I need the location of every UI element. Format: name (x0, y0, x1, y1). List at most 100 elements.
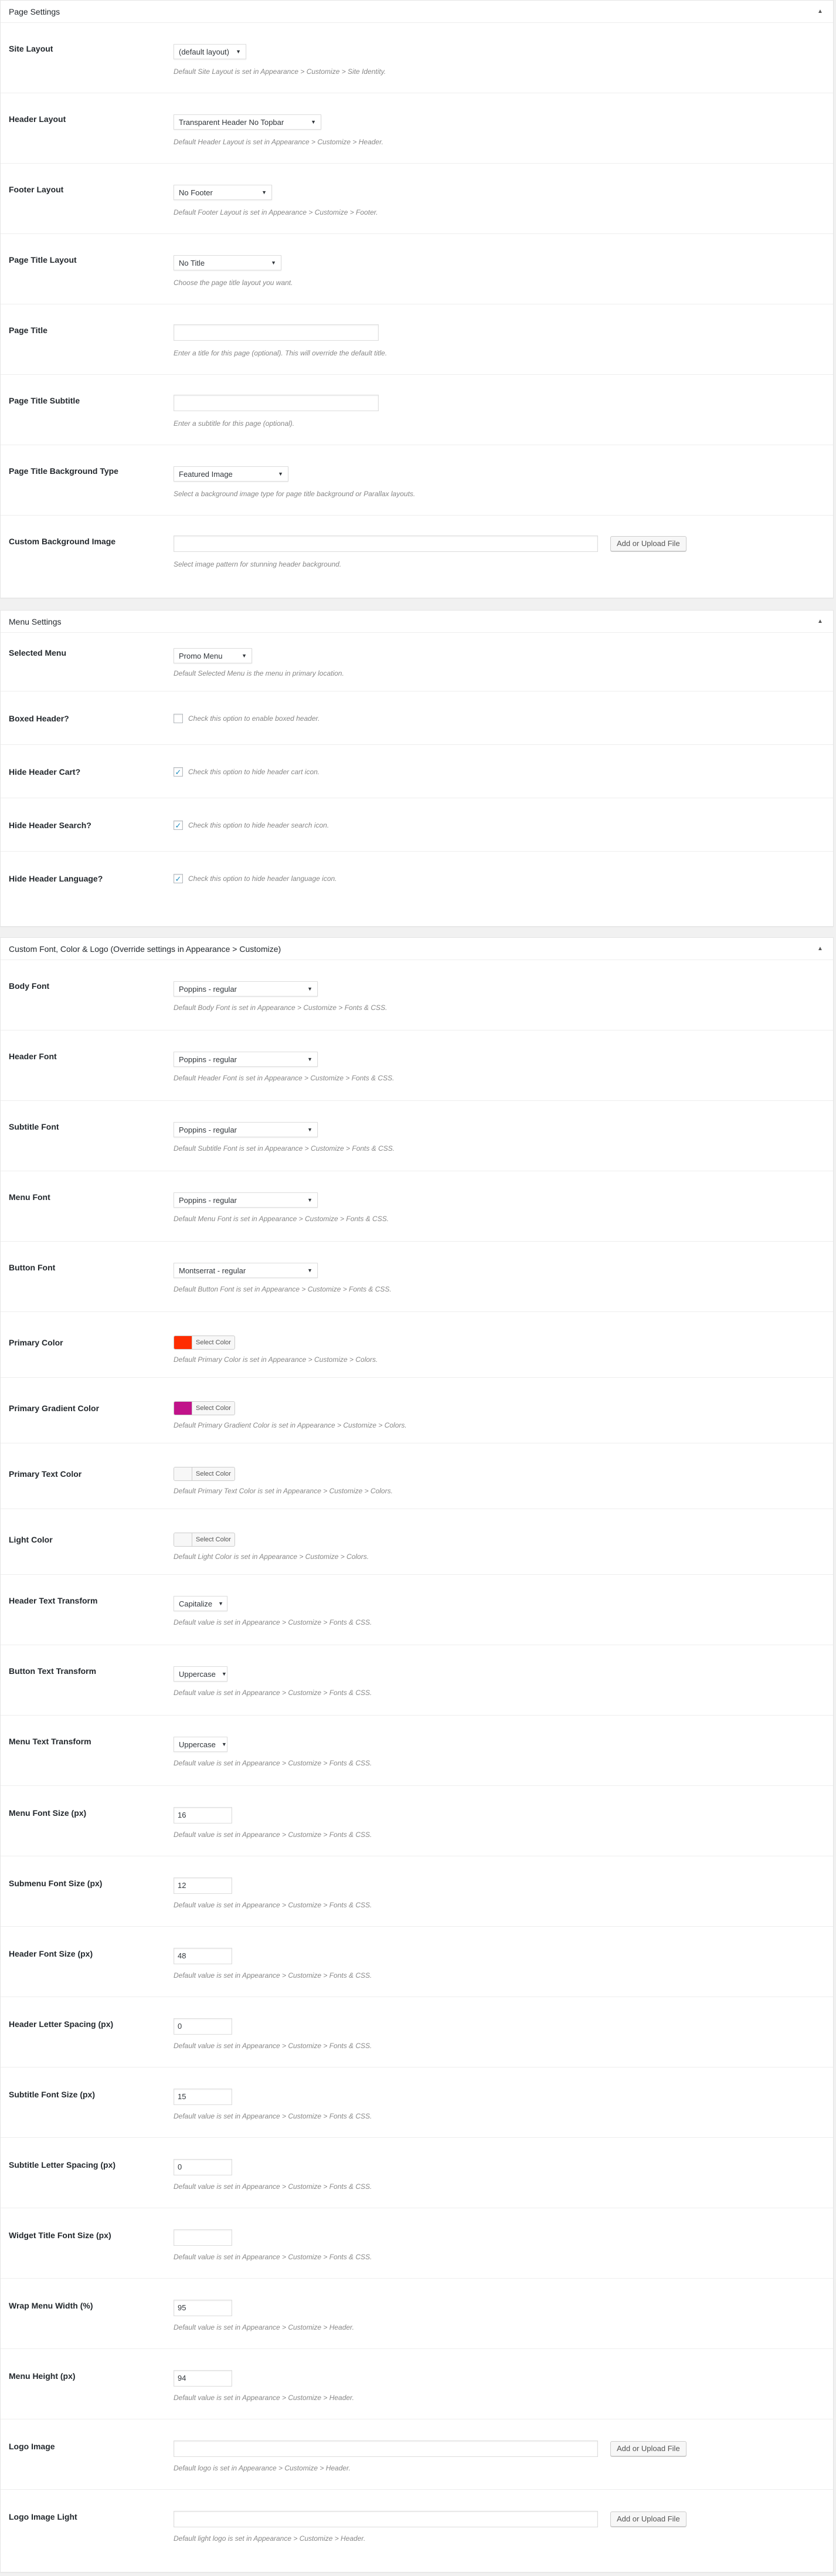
header-text-transform-label: Header Text Transform (9, 1596, 98, 1605)
header-text-transform-desc: Default value is set in Appearance > Cus… (174, 1618, 372, 1626)
light-color-label: Light Color (9, 1535, 53, 1544)
header-letter-spacing-desc: Default value is set in Appearance > Cus… (174, 2042, 372, 2050)
page-settings-box: Page Settings ▲ Site Layout (default lay… (0, 0, 834, 598)
wrap-menu-width-input[interactable]: 95 (174, 2300, 232, 2316)
header-font-desc: Default Header Font is set in Appearance… (174, 1074, 395, 1082)
hide-search-checkbox[interactable]: ✓ (174, 821, 183, 830)
site-layout-select[interactable]: (default layout) ▼ (174, 44, 246, 59)
menu-font-size-desc: Default value is set in Appearance > Cus… (174, 1831, 372, 1839)
subtitle-font-size-label: Subtitle Font Size (px) (9, 2090, 95, 2099)
header-layout-desc: Default Header Layout is set in Appearan… (174, 138, 383, 146)
hide-language-checkbox[interactable]: ✓ (174, 874, 183, 883)
collapse-arrow-icon[interactable]: ▲ (815, 945, 825, 952)
primary-color-picker[interactable]: Select Color (174, 1336, 235, 1350)
submenu-font-size-input[interactable]: 12 (174, 1877, 232, 1894)
body-font-value: Poppins - regular (179, 984, 237, 994)
dropdown-arrow-icon: ▼ (278, 471, 283, 477)
button-text-transform-desc: Default value is set in Appearance > Cus… (174, 1689, 372, 1697)
menu-height-input[interactable]: 94 (174, 2370, 232, 2387)
wrap-menu-width-label: Wrap Menu Width (%) (9, 2301, 93, 2310)
menu-text-transform-select[interactable]: Uppercase ▼ (174, 1737, 227, 1752)
row-subtitle-letter-spacing: Subtitle Letter Spacing (px) 0 Default v… (1, 2138, 833, 2208)
custom-bg-image-label: Custom Background Image (9, 537, 116, 546)
subtitle-font-size-input[interactable]: 15 (174, 2089, 232, 2105)
primary-gradient-picker[interactable]: Select Color (174, 1401, 235, 1415)
button-font-select[interactable]: Montserrat - regular ▼ (174, 1263, 318, 1278)
header-layout-select[interactable]: Transparent Header No Topbar ▼ (174, 114, 321, 130)
primary-color-swatch (174, 1336, 192, 1349)
custom-bg-image-input[interactable] (174, 535, 598, 552)
custom-bg-upload-button[interactable]: Add or Upload File (610, 536, 687, 551)
light-color-swatch (174, 1533, 192, 1546)
footer-layout-select[interactable]: No Footer ▼ (174, 185, 272, 200)
page-title-layout-select[interactable]: No Title ▼ (174, 255, 281, 270)
custom-font-header[interactable]: Custom Font, Color & Logo (Override sett… (1, 938, 833, 960)
button-text-transform-label: Button Text Transform (9, 1666, 97, 1676)
header-font-select[interactable]: Poppins - regular ▼ (174, 1052, 318, 1067)
logo-image-label: Logo Image (9, 2442, 55, 2451)
selected-menu-select[interactable]: Promo Menu ▼ (174, 648, 252, 663)
header-letter-spacing-input[interactable]: 0 (174, 2018, 232, 2035)
page-title-subtitle-input[interactable] (174, 395, 379, 411)
row-primary-gradient: Primary Gradient Color Select Color Defa… (1, 1378, 833, 1443)
header-font-size-input[interactable]: 48 (174, 1948, 232, 1964)
row-button-font: Button Font Montserrat - regular ▼ Defaul… (1, 1242, 833, 1312)
light-color-desc: Default Light Color is set in Appearance… (174, 1553, 369, 1561)
header-text-transform-select[interactable]: Capitalize ▼ (174, 1596, 227, 1611)
menu-settings-box: Menu Settings ▲ Selected Menu Promo Menu… (0, 610, 834, 927)
page-title-subtitle-desc: Enter a subtitle for this page (optional… (174, 419, 295, 428)
row-header-text-transform: Header Text Transform Capitalize ▼ Defaul… (1, 1575, 833, 1645)
submenu-font-size-desc: Default value is set in Appearance > Cus… (174, 1901, 372, 1909)
logo-image-light-input[interactable] (174, 2511, 598, 2527)
button-text-transform-select[interactable]: Uppercase ▼ (174, 1666, 227, 1682)
widget-title-font-size-input[interactable] (174, 2229, 232, 2246)
menu-font-select[interactable]: Poppins - regular ▼ (174, 1192, 318, 1208)
row-hide-language: Hide Header Language? ✓ Check this optio… (1, 852, 833, 921)
page-title-input[interactable] (174, 324, 379, 341)
light-color-select-button[interactable]: Select Color (192, 1533, 235, 1546)
page-title-layout-desc: Choose the page title layout you want. (174, 279, 293, 287)
row-menu-font: Menu Font Poppins - regular ▼ Default Men… (1, 1171, 833, 1242)
menu-font-value: Poppins - regular (179, 1195, 237, 1205)
collapse-arrow-icon[interactable]: ▲ (815, 618, 825, 625)
widget-title-font-size-desc: Default value is set in Appearance > Cus… (174, 2253, 372, 2261)
menu-settings-header[interactable]: Menu Settings ▲ (1, 611, 833, 633)
body-font-select[interactable]: Poppins - regular ▼ (174, 981, 318, 996)
logo-image-input[interactable] (174, 2441, 598, 2457)
menu-font-size-input[interactable]: 16 (174, 1807, 232, 1823)
row-menu-font-size: Menu Font Size (px) 16 Default value is … (1, 1786, 833, 1856)
custom-bg-image-desc: Select image pattern for stunning header… (174, 560, 342, 568)
hide-language-label: Hide Header Language? (9, 874, 103, 883)
row-boxed-header: Boxed Header? Check this option to enabl… (1, 692, 833, 745)
subtitle-font-select[interactable]: Poppins - regular ▼ (174, 1122, 318, 1137)
custom-font-box: Custom Font, Color & Logo (Override sett… (0, 937, 834, 2572)
dropdown-arrow-icon: ▼ (307, 1056, 312, 1062)
site-layout-label: Site Layout (9, 44, 53, 53)
header-font-label: Header Font (9, 1052, 57, 1061)
hide-cart-checkbox[interactable]: ✓ (174, 767, 183, 777)
primary-text-color-label: Primary Text Color (9, 1469, 82, 1479)
page-title-bg-type-select[interactable]: Featured Image ▼ (174, 466, 288, 482)
button-font-value: Montserrat - regular (179, 1266, 246, 1275)
primary-text-select-button[interactable]: Select Color (192, 1467, 235, 1480)
boxed-header-checkbox[interactable] (174, 714, 183, 723)
primary-gradient-select-button[interactable]: Select Color (192, 1402, 235, 1415)
page-settings-title: Page Settings (9, 6, 60, 16)
page-title-layout-value: No Title (179, 258, 205, 267)
logo-image-light-upload-button[interactable]: Add or Upload File (610, 2511, 687, 2527)
subtitle-letter-spacing-desc: Default value is set in Appearance > Cus… (174, 2182, 372, 2191)
hide-cart-label: Hide Header Cart? (9, 767, 81, 777)
primary-color-select-button[interactable]: Select Color (192, 1336, 235, 1349)
menu-settings-title: Menu Settings (9, 616, 62, 626)
row-submenu-font-size: Submenu Font Size (px) 12 Default value … (1, 1856, 833, 1927)
primary-text-color-picker[interactable]: Select Color (174, 1467, 235, 1481)
header-font-size-desc: Default value is set in Appearance > Cus… (174, 1971, 372, 1980)
light-color-picker[interactable]: Select Color (174, 1533, 235, 1547)
primary-gradient-label: Primary Gradient Color (9, 1404, 100, 1413)
logo-image-upload-button[interactable]: Add or Upload File (610, 2441, 687, 2456)
subtitle-letter-spacing-input[interactable]: 0 (174, 2159, 232, 2175)
collapse-arrow-icon[interactable]: ▲ (815, 8, 825, 15)
footer-layout-desc: Default Footer Layout is set in Appearan… (174, 208, 378, 216)
page-settings-header[interactable]: Page Settings ▲ (1, 1, 833, 23)
button-text-transform-value: Uppercase (179, 1669, 216, 1679)
